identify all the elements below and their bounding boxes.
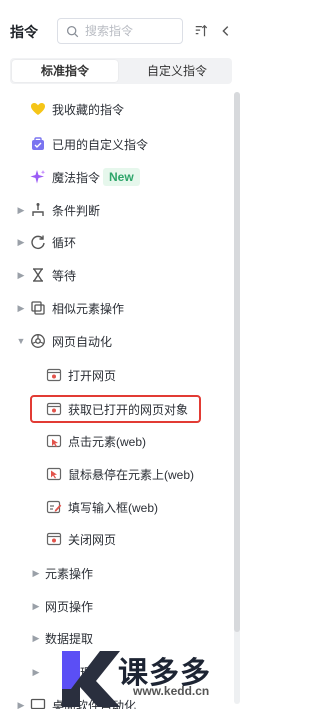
list-item-label: 获取已打开的网页对象 (68, 402, 189, 417)
list-item-label: 网页自动化 (52, 334, 113, 349)
list-item-web-automation[interactable]: ▼ 网页自动化 (0, 328, 230, 354)
caret-right-icon[interactable]: ▶ (16, 303, 26, 313)
caret-down-icon[interactable]: ▼ (16, 336, 26, 346)
caret-right-icon[interactable]: ▶ (31, 667, 41, 677)
list-item-label: 条件判断 (52, 203, 101, 218)
webpage-icon (46, 367, 62, 383)
briefcase-icon (30, 136, 46, 152)
desktop-icon (30, 697, 46, 709)
list-item-similar-elements[interactable]: ▶ 相似元素操作 (0, 295, 230, 321)
list-item-loop[interactable]: ▶ 循环 (0, 229, 230, 255)
hover-icon (46, 466, 62, 482)
search-input[interactable] (85, 24, 175, 38)
list-item-webpage-operations[interactable]: ▶ 网页操作 (0, 593, 230, 619)
webpage-icon (46, 401, 62, 417)
sort-icon[interactable] (194, 24, 208, 38)
edit-icon (46, 499, 62, 515)
list-item-favorites[interactable]: 我收藏的指令 (0, 96, 230, 122)
panel-header: 指令 (0, 0, 244, 58)
scrollbar[interactable] (234, 92, 240, 704)
caret-right-icon[interactable]: ▶ (31, 601, 41, 611)
collapse-panel-icon[interactable] (219, 24, 233, 38)
watermark-url: www.kedd.cn (133, 684, 210, 698)
scrollbar-thumb[interactable] (234, 92, 240, 632)
instruction-tabs: 标准指令 自定义指令 (10, 58, 232, 84)
caret-right-icon[interactable]: ▶ (31, 568, 41, 578)
list-item-click-element[interactable]: 点击元素(web) (0, 428, 230, 454)
list-item-label: 网页操作 (45, 599, 94, 614)
list-item-label: 点击元素(web) (68, 434, 147, 449)
sparkle-icon (30, 169, 46, 185)
list-item-hover-element[interactable]: 鼠标悬停在元素上(web) (0, 461, 230, 487)
click-icon (46, 433, 62, 449)
tab-custom-instructions[interactable]: 自定义指令 (124, 60, 230, 82)
list-item-label: 处理 (68, 665, 93, 680)
loop-icon (30, 234, 46, 250)
tab-standard-instructions[interactable]: 标准指令 (12, 60, 118, 82)
list-item-label: 填写输入框(web) (68, 500, 159, 515)
caret-right-icon[interactable]: ▶ (16, 237, 26, 247)
search-box[interactable] (57, 18, 183, 44)
list-item-condition[interactable]: ▶ 条件判断 (0, 197, 230, 223)
list-item-wait[interactable]: ▶ 等待 (0, 262, 230, 288)
new-badge: New (103, 168, 140, 186)
caret-right-icon[interactable]: ▶ (16, 205, 26, 215)
list-item-label: 魔法指令 (52, 170, 101, 185)
list-item-get-opened-webpage[interactable]: 获取已打开的网页对象 (0, 396, 230, 422)
webpage-icon (46, 531, 62, 547)
list-item-label: 元素操作 (45, 566, 94, 581)
list-item-label: 鼠标悬停在元素上(web) (68, 467, 195, 482)
heart-icon (30, 101, 46, 117)
caret-right-icon[interactable]: ▶ (16, 700, 26, 709)
hourglass-icon (30, 267, 46, 283)
branch-icon (30, 202, 46, 218)
list-item-used-custom[interactable]: 已用的自定义指令 (0, 131, 230, 157)
caret-right-icon[interactable]: ▶ (31, 633, 41, 643)
list-item-magic[interactable]: 魔法指令 New (0, 164, 230, 190)
list-item-label: 等待 (52, 268, 77, 283)
copy-icon (30, 300, 46, 316)
list-item-element-operations[interactable]: ▶ 元素操作 (0, 560, 230, 586)
browser-icon (30, 333, 46, 349)
list-item-label: 关闭网页 (68, 532, 117, 547)
list-item-close-webpage[interactable]: 关闭网页 (0, 526, 230, 552)
list-item-label: 相似元素操作 (52, 301, 125, 316)
list-item-open-webpage[interactable]: 打开网页 (0, 362, 230, 388)
search-icon (66, 25, 79, 37)
list-item-label: 数据提取 (45, 631, 94, 646)
list-item-label: 我收藏的指令 (52, 102, 125, 117)
list-item-label: 桌面软件自动化 (52, 698, 137, 709)
caret-right-icon[interactable]: ▶ (16, 270, 26, 280)
panel-title: 指令 (10, 24, 38, 40)
list-item-label: 已用的自定义指令 (52, 137, 149, 152)
list-item-label: 打开网页 (68, 368, 117, 383)
list-item-label: 循环 (52, 235, 77, 250)
list-item-fill-input[interactable]: 填写输入框(web) (0, 494, 230, 520)
